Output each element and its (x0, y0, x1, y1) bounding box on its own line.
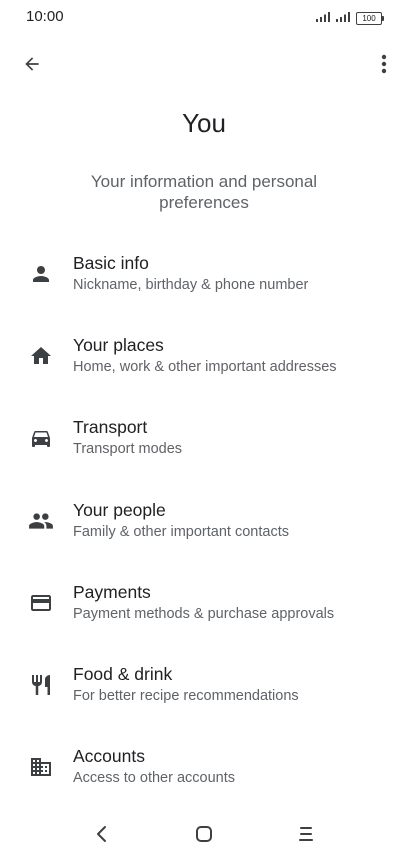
list-item-basic-info[interactable]: Basic info Nickname, birthday & phone nu… (0, 241, 408, 323)
page-title: You (182, 108, 226, 138)
list-item-title: Accounts (73, 746, 145, 767)
credit-card-icon (28, 590, 54, 616)
list-item-title: Your people (73, 499, 166, 520)
car-icon (28, 425, 54, 451)
home-icon (28, 343, 54, 369)
list-item-title: Your places (73, 335, 164, 356)
list-item-description: Nickname, birthday & phone number (73, 277, 309, 293)
settings-list: Basic info Nickname, birthday & phone nu… (0, 241, 408, 816)
square-icon (196, 826, 212, 842)
people-icon (28, 508, 54, 534)
restaurant-icon (28, 672, 54, 698)
menu-icon (299, 827, 313, 841)
building-icon (28, 754, 54, 780)
list-item-description: For better recipe recommendations (73, 687, 299, 704)
nav-back-button[interactable] (90, 822, 114, 846)
list-item-description: Access to other accounts (73, 770, 235, 787)
more-options-button[interactable] (372, 50, 396, 78)
list-item-your-places[interactable]: Your places Home, work & other important… (0, 323, 408, 405)
toolbar (0, 44, 408, 84)
list-item-your-people[interactable]: Your people Family & other important con… (0, 488, 408, 570)
list-item-title: Food & drink (73, 663, 173, 684)
nav-home-button[interactable] (192, 822, 216, 846)
status-time: 10:00 (26, 8, 64, 25)
list-item-food-drink[interactable]: Food & drink For better recipe recommend… (0, 652, 408, 734)
list-item-payments[interactable]: Payments Payment methods & purchase appr… (0, 570, 408, 652)
person-icon (28, 261, 54, 287)
status-bar: 10:00 100 (0, 0, 408, 34)
list-item-description: Family & other important contacts (73, 523, 289, 540)
list-item-description: Transport modes (73, 441, 183, 458)
list-item-description: Home, work & other important addresses (73, 359, 337, 376)
list-item-title: Payments (73, 581, 151, 602)
more-vert-icon (381, 54, 387, 74)
status-icons: 100 (316, 9, 384, 27)
list-item-transport[interactable]: Transport Transport modes (0, 405, 408, 487)
list-item-accounts[interactable]: Accounts Access to other accounts (0, 734, 408, 816)
chevron-left-icon (97, 826, 106, 842)
signal-icon (316, 9, 330, 27)
signal-icon-2 (336, 9, 350, 27)
nav-recents-button[interactable] (294, 822, 318, 846)
system-navigation-bar (0, 812, 408, 856)
page-subtitle: Your information and personal preference… (90, 172, 318, 212)
list-item-description: Payment methods & purchase approvals (73, 605, 335, 622)
back-button[interactable] (18, 50, 46, 78)
list-item-title: Basic info (73, 253, 149, 273)
list-item-title: Transport (73, 417, 148, 438)
battery-icon: 100 (356, 11, 384, 25)
arrow-back-icon (25, 57, 39, 71)
